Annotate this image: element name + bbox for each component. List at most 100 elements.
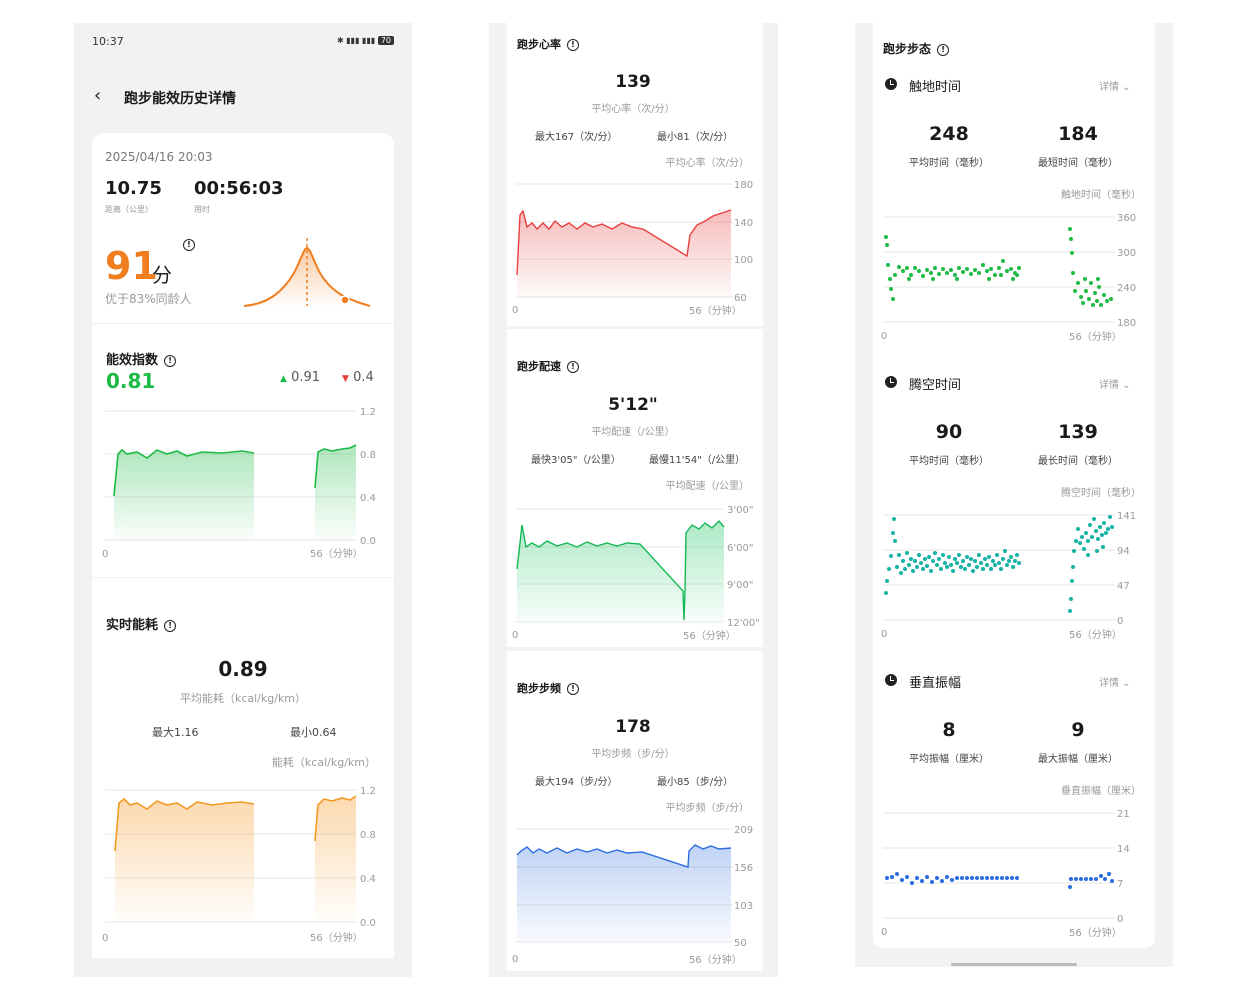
y-tick: 0.0: [360, 918, 376, 929]
x-tick-start: 0: [512, 630, 518, 641]
signal-icon: ▮▮▮: [346, 36, 360, 45]
cadence-unit-label: 平均步频（步/分）: [665, 803, 749, 814]
heart-rate-avg-label: 平均心率（次/分）: [591, 104, 675, 115]
y-tick: 50: [734, 938, 747, 949]
score-unit: 分: [152, 263, 172, 287]
flight-time-avg: 90: [935, 421, 963, 443]
y-tick: 7: [1117, 879, 1123, 890]
y-tick: 60: [734, 293, 747, 304]
ground-contact-min: 184: [1058, 123, 1098, 145]
pace-chart: 3'00" 6'00" 9'00" 12'00" 0 56（分钟）: [512, 505, 760, 642]
info-icon[interactable]: !: [164, 619, 177, 632]
info-icon[interactable]: !: [164, 354, 177, 367]
ground-contact-points: [884, 227, 1113, 307]
cadence-max-label: 最大194（步/分）: [535, 777, 618, 788]
energy-unit-label: 能耗（kcal/kg/km）: [271, 756, 376, 769]
efficiency-min: ▼ 0.4: [342, 370, 374, 385]
ground-contact-avg: 248: [929, 123, 969, 145]
status-time: 10:37: [92, 35, 124, 48]
energy-min-label: 最小0.64: [290, 726, 337, 739]
info-icon[interactable]: !: [183, 239, 195, 251]
pace-card: 跑步配速! 5'12" 平均配速（/公里） 最快3'05"（/公里） 最慢11'…: [507, 329, 763, 647]
info-icon[interactable]: !: [567, 683, 579, 695]
vertical-osc-detail[interactable]: 详情 ⌄: [1099, 674, 1131, 689]
cadence-title: 跑步步频!: [517, 680, 579, 696]
vertical-osc-points: [885, 872, 1114, 889]
x-tick-end: 56（分钟）: [310, 931, 363, 944]
energy-value: 0.89: [218, 657, 268, 681]
x-tick-start: 0: [102, 933, 108, 944]
flight-time-max-label: 最长时间（毫秒）: [1038, 456, 1118, 467]
ground-contact-detail[interactable]: 详情 ⌄: [1099, 78, 1131, 93]
signal-icon-2: ▮▮▮: [362, 36, 376, 45]
flight-time-avg-label: 平均时间（毫秒）: [909, 456, 989, 467]
y-tick: 180: [1117, 318, 1136, 329]
heart-rate-unit-label: 平均心率（次/分）: [665, 158, 749, 169]
vertical-osc-title: 垂直振幅: [909, 676, 962, 691]
cadence-min-label: 最小85（步/分）: [657, 777, 734, 788]
y-tick: 1.2: [360, 407, 376, 418]
page-title: 跑步能效历史详情: [124, 91, 236, 107]
y-tick: 103: [734, 901, 753, 912]
y-tick: 140: [734, 218, 753, 229]
y-tick: 6'00": [727, 543, 753, 554]
clock-icon: [885, 78, 897, 90]
y-tick: 9'00": [727, 580, 753, 591]
pace-fastest-label: 最快3'05"（/公里）: [531, 455, 621, 466]
vertical-osc-avg-label: 平均振幅（厘米）: [909, 754, 989, 765]
duration-value: 00:56:03: [194, 178, 284, 199]
cadence-chart: 209 156 103 50 0 56（分钟）: [512, 825, 753, 966]
ground-contact-chart: 360 300 240 180 0 56（分钟）: [881, 213, 1136, 343]
x-tick-end: 56（分钟）: [683, 629, 736, 642]
y-tick: 0.4: [360, 874, 376, 885]
y-tick: 12'00": [727, 618, 760, 629]
score-value: 91: [105, 244, 158, 288]
x-tick-end: 56（分钟）: [689, 304, 742, 317]
info-icon[interactable]: !: [567, 361, 579, 373]
efficiency-chart: 1.2 0.8 0.4 0.0 0 56（分钟）: [102, 407, 376, 560]
energy-chart: 1.2 0.8 0.4 0.0 0 56（分钟）: [102, 786, 376, 944]
energy-avg-label: 平均能耗（kcal/kg/km）: [179, 692, 307, 705]
energy-card: 实时能耗! 0.89 平均能耗（kcal/kg/km） 最大1.16 最小0.6…: [92, 578, 394, 958]
percentile-text: 优于83%同龄人: [105, 292, 192, 306]
x-tick-start: 0: [512, 305, 518, 316]
ground-contact-avg-label: 平均时间（毫秒）: [909, 158, 989, 169]
home-indicator[interactable]: [951, 963, 1077, 966]
x-tick-start: 0: [512, 954, 518, 965]
pace-unit-label: 平均配速（/公里）: [665, 481, 749, 492]
y-tick: 0: [1117, 914, 1123, 925]
clock-icon: [885, 376, 897, 388]
x-tick-end: 56（分钟）: [689, 953, 742, 966]
ground-contact-min-label: 最短时间（毫秒）: [1038, 158, 1118, 169]
ground-contact-unit-label: 触地时间（毫秒）: [1061, 190, 1141, 201]
ground-contact-title: 触地时间: [909, 80, 962, 95]
y-tick: 1.2: [360, 786, 376, 797]
heart-rate-chart: 180 140 100 60 0 56（分钟）: [512, 180, 753, 317]
cadence-value: 178: [615, 717, 651, 737]
x-tick-end: 56（分钟）: [1069, 628, 1122, 641]
vertical-osc-avg: 8: [942, 719, 956, 741]
flight-time-detail[interactable]: 详情 ⌄: [1099, 376, 1131, 391]
y-tick: 360: [1117, 213, 1136, 224]
info-icon[interactable]: !: [567, 39, 579, 51]
x-tick-start: 0: [881, 331, 887, 342]
back-arrow-icon[interactable]: ‹: [94, 85, 101, 106]
y-tick: 21: [1117, 809, 1130, 820]
x-tick-start: 0: [102, 549, 108, 560]
flight-time-unit-label: 腾空时间（毫秒）: [1061, 488, 1141, 499]
phone-screen-gait: 跑步步态! 触地时间 详情 ⌄ 248 平均时间（毫秒） 184 最短时间（毫秒…: [855, 23, 1173, 967]
flight-time-max: 139: [1058, 421, 1098, 443]
y-tick: 0.8: [360, 450, 376, 461]
vertical-osc-unit-label: 垂直振幅（厘米）: [1061, 786, 1141, 797]
info-icon[interactable]: !: [937, 43, 950, 56]
energy-title: 实时能耗!: [106, 614, 177, 633]
y-tick: 240: [1117, 283, 1136, 294]
summary-card: 2025/04/16 20:03 10.75 距离（公里） 00:56:03 用…: [92, 133, 394, 323]
efficiency-max: ▲ 0.91: [280, 370, 321, 385]
efficiency-card: 能效指数! 0.81 ▲ 0.91 ▼ 0.4 1.2 0.8 0.4 0.0 …: [92, 323, 394, 577]
heart-rate-max-label: 最大167（次/分）: [535, 132, 618, 143]
pace-title: 跑步配速!: [517, 358, 579, 374]
y-tick: 0.0: [360, 536, 376, 547]
y-tick: 100: [734, 255, 753, 266]
x-tick-start: 0: [881, 629, 887, 640]
